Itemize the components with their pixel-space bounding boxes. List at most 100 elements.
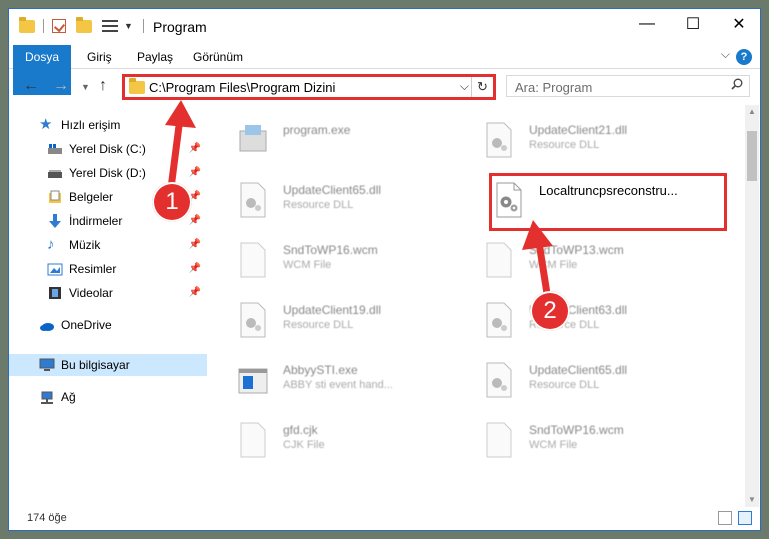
- sidebar-item-music[interactable]: ♪ Müzik 📌: [9, 234, 207, 256]
- file-name: UpdateClient65.dll: [283, 183, 382, 197]
- scroll-up-icon[interactable]: ▲: [745, 105, 759, 119]
- dll-file-icon: [240, 302, 266, 338]
- tab-giris[interactable]: Giriş: [75, 45, 124, 69]
- help-icon[interactable]: ?: [736, 49, 752, 65]
- sidebar-item-label: Yerel Disk (D:): [69, 166, 146, 180]
- sidebar-item-this-pc[interactable]: Bu bilgisayar: [9, 354, 207, 376]
- chevron-down-icon[interactable]: ⌵: [721, 47, 730, 62]
- toolbar-separator: [142, 19, 144, 33]
- sidebar-item-label: Belgeler: [69, 190, 114, 204]
- wcm-file-icon: [486, 422, 512, 458]
- sidebar-item-label: Bu bilgisayar: [61, 358, 130, 372]
- highlight-box: [489, 173, 727, 231]
- exe-file-icon: [239, 125, 267, 152]
- toolbar-separator: [43, 19, 44, 33]
- file-item[interactable]: SndToWP13.wcm WCM File: [463, 233, 703, 283]
- pin-icon[interactable]: 📌: [189, 287, 201, 298]
- folder-icon[interactable]: [19, 16, 35, 33]
- dll-file-icon: [240, 182, 266, 218]
- sidebar-item-quick-access[interactable]: ★ Hızlı erişim: [9, 114, 207, 136]
- wcm-file-icon: [486, 242, 512, 278]
- file-name: UpdateClient65.dll: [529, 363, 628, 377]
- tab-gorunum[interactable]: Görünüm: [181, 45, 255, 69]
- marker-2: 2: [530, 291, 570, 331]
- computer-icon: [39, 357, 55, 373]
- file-item[interactable]: gfd.cjk CJK File: [217, 413, 457, 463]
- sidebar-item-label: OneDrive: [61, 318, 112, 332]
- pictures-icon: [47, 261, 63, 277]
- quick-access-toolbar: ▼: [19, 16, 144, 35]
- customize-toolbar-icon[interactable]: ▼: [124, 21, 133, 31]
- pin-icon[interactable]: 📌: [189, 143, 201, 154]
- window-title: Program: [153, 19, 207, 35]
- close-button[interactable]: ✕: [716, 9, 760, 39]
- tab-paylas[interactable]: Paylaş: [125, 45, 185, 69]
- file-item[interactable]: UpdateClient19.dll Resource DLL: [217, 293, 457, 343]
- cjk-file-icon: [240, 422, 266, 458]
- drive-icon: [47, 165, 63, 181]
- file-name: program.exe: [283, 123, 351, 137]
- file-type: Resource DLL: [283, 199, 354, 211]
- item-count: 174 öğe: [27, 512, 67, 524]
- sidebar-item-label: Resimler: [69, 262, 117, 276]
- file-item[interactable]: SndToWP16.wcm WCM File: [217, 233, 457, 283]
- file-item[interactable]: UpdateClient65.dll Resource DLL: [217, 173, 457, 223]
- exe-file-icon: [238, 368, 268, 394]
- chevron-down-icon[interactable]: ⌵: [460, 79, 469, 94]
- file-item[interactable]: UpdateClient21.dll Resource DLL: [463, 113, 703, 163]
- recent-locations-icon[interactable]: ▼: [81, 82, 90, 92]
- file-item[interactable]: UpdateClient65.dll Resource DLL: [463, 353, 703, 403]
- sidebar-item-videos[interactable]: Videolar 📌: [9, 282, 207, 304]
- download-icon: [47, 213, 63, 229]
- file-name: AbbyySTI.exe: [283, 363, 358, 377]
- pin-icon[interactable]: 📌: [189, 263, 201, 274]
- file-type: Resource DLL: [529, 379, 600, 391]
- sidebar-item-pictures[interactable]: Resimler 📌: [9, 258, 207, 280]
- file-item[interactable]: AbbyySTI.exe ABBY sti event hand...: [217, 353, 457, 403]
- vertical-scrollbar[interactable]: ▲ ▼: [745, 105, 759, 507]
- sidebar-item-label: Ağ: [61, 390, 76, 404]
- file-name: SndToWP13.wcm: [529, 243, 624, 257]
- sidebar-item-label: Müzik: [69, 238, 101, 252]
- file-type: Resource DLL: [529, 139, 600, 151]
- details-view-icon[interactable]: [718, 511, 732, 525]
- status-bar: 174 öğe: [9, 506, 760, 530]
- file-item[interactable]: UpdateClient63.dll Resource DLL: [463, 293, 703, 343]
- pin-icon[interactable]: 📌: [189, 239, 201, 250]
- forward-arrow-icon[interactable]: →: [53, 77, 69, 95]
- search-icon[interactable]: [731, 78, 743, 90]
- videos-icon: [47, 285, 63, 301]
- file-item[interactable]: SndToWP16.wcm WCM File: [463, 413, 703, 463]
- address-path[interactable]: C:\Program Files\Program Dizini: [149, 80, 335, 95]
- pin-icon[interactable]: 📌: [189, 167, 201, 178]
- file-name: UpdateClient21.dll: [529, 123, 628, 137]
- pin-icon[interactable]: 📌: [189, 215, 201, 226]
- address-bar[interactable]: C:\Program Files\Program Dizini ⌵ ↻: [122, 74, 496, 100]
- sidebar-item-onedrive[interactable]: OneDrive: [9, 314, 207, 336]
- properties-icon[interactable]: [52, 19, 66, 33]
- file-type: ABBY sti event hand...: [283, 379, 393, 391]
- sidebar-item-network[interactable]: Ağ: [9, 386, 207, 408]
- marker-1: 1: [152, 182, 192, 222]
- sidebar-item-local-disk-c[interactable]: Yerel Disk (C:) 📌: [9, 138, 207, 160]
- search-box[interactable]: Ara: Program: [506, 75, 750, 97]
- sidebar-item-local-disk-d[interactable]: Yerel Disk (D:) 📌: [9, 162, 207, 184]
- large-icons-view-icon[interactable]: [738, 511, 752, 525]
- scroll-down-icon[interactable]: ▼: [745, 493, 759, 507]
- folder-icon: [129, 78, 145, 94]
- search-placeholder: Ara: Program: [515, 80, 593, 95]
- refresh-icon[interactable]: ↻: [471, 77, 493, 97]
- new-folder-icon[interactable]: [76, 16, 92, 33]
- view-icon[interactable]: [102, 20, 118, 32]
- dll-file-icon: [486, 362, 512, 398]
- maximize-button[interactable]: ☐: [670, 9, 716, 39]
- file-name: SndToWP16.wcm: [283, 243, 378, 257]
- file-item[interactable]: program.exe: [217, 113, 457, 163]
- back-arrow-icon[interactable]: ←: [23, 77, 39, 95]
- minimize-button[interactable]: —: [624, 9, 670, 39]
- dll-file-icon: [486, 302, 512, 338]
- scrollbar-thumb[interactable]: [747, 131, 757, 181]
- file-name: gfd.cjk: [283, 423, 318, 437]
- up-arrow-icon[interactable]: ↑: [99, 77, 107, 95]
- dll-file-icon: [486, 122, 512, 158]
